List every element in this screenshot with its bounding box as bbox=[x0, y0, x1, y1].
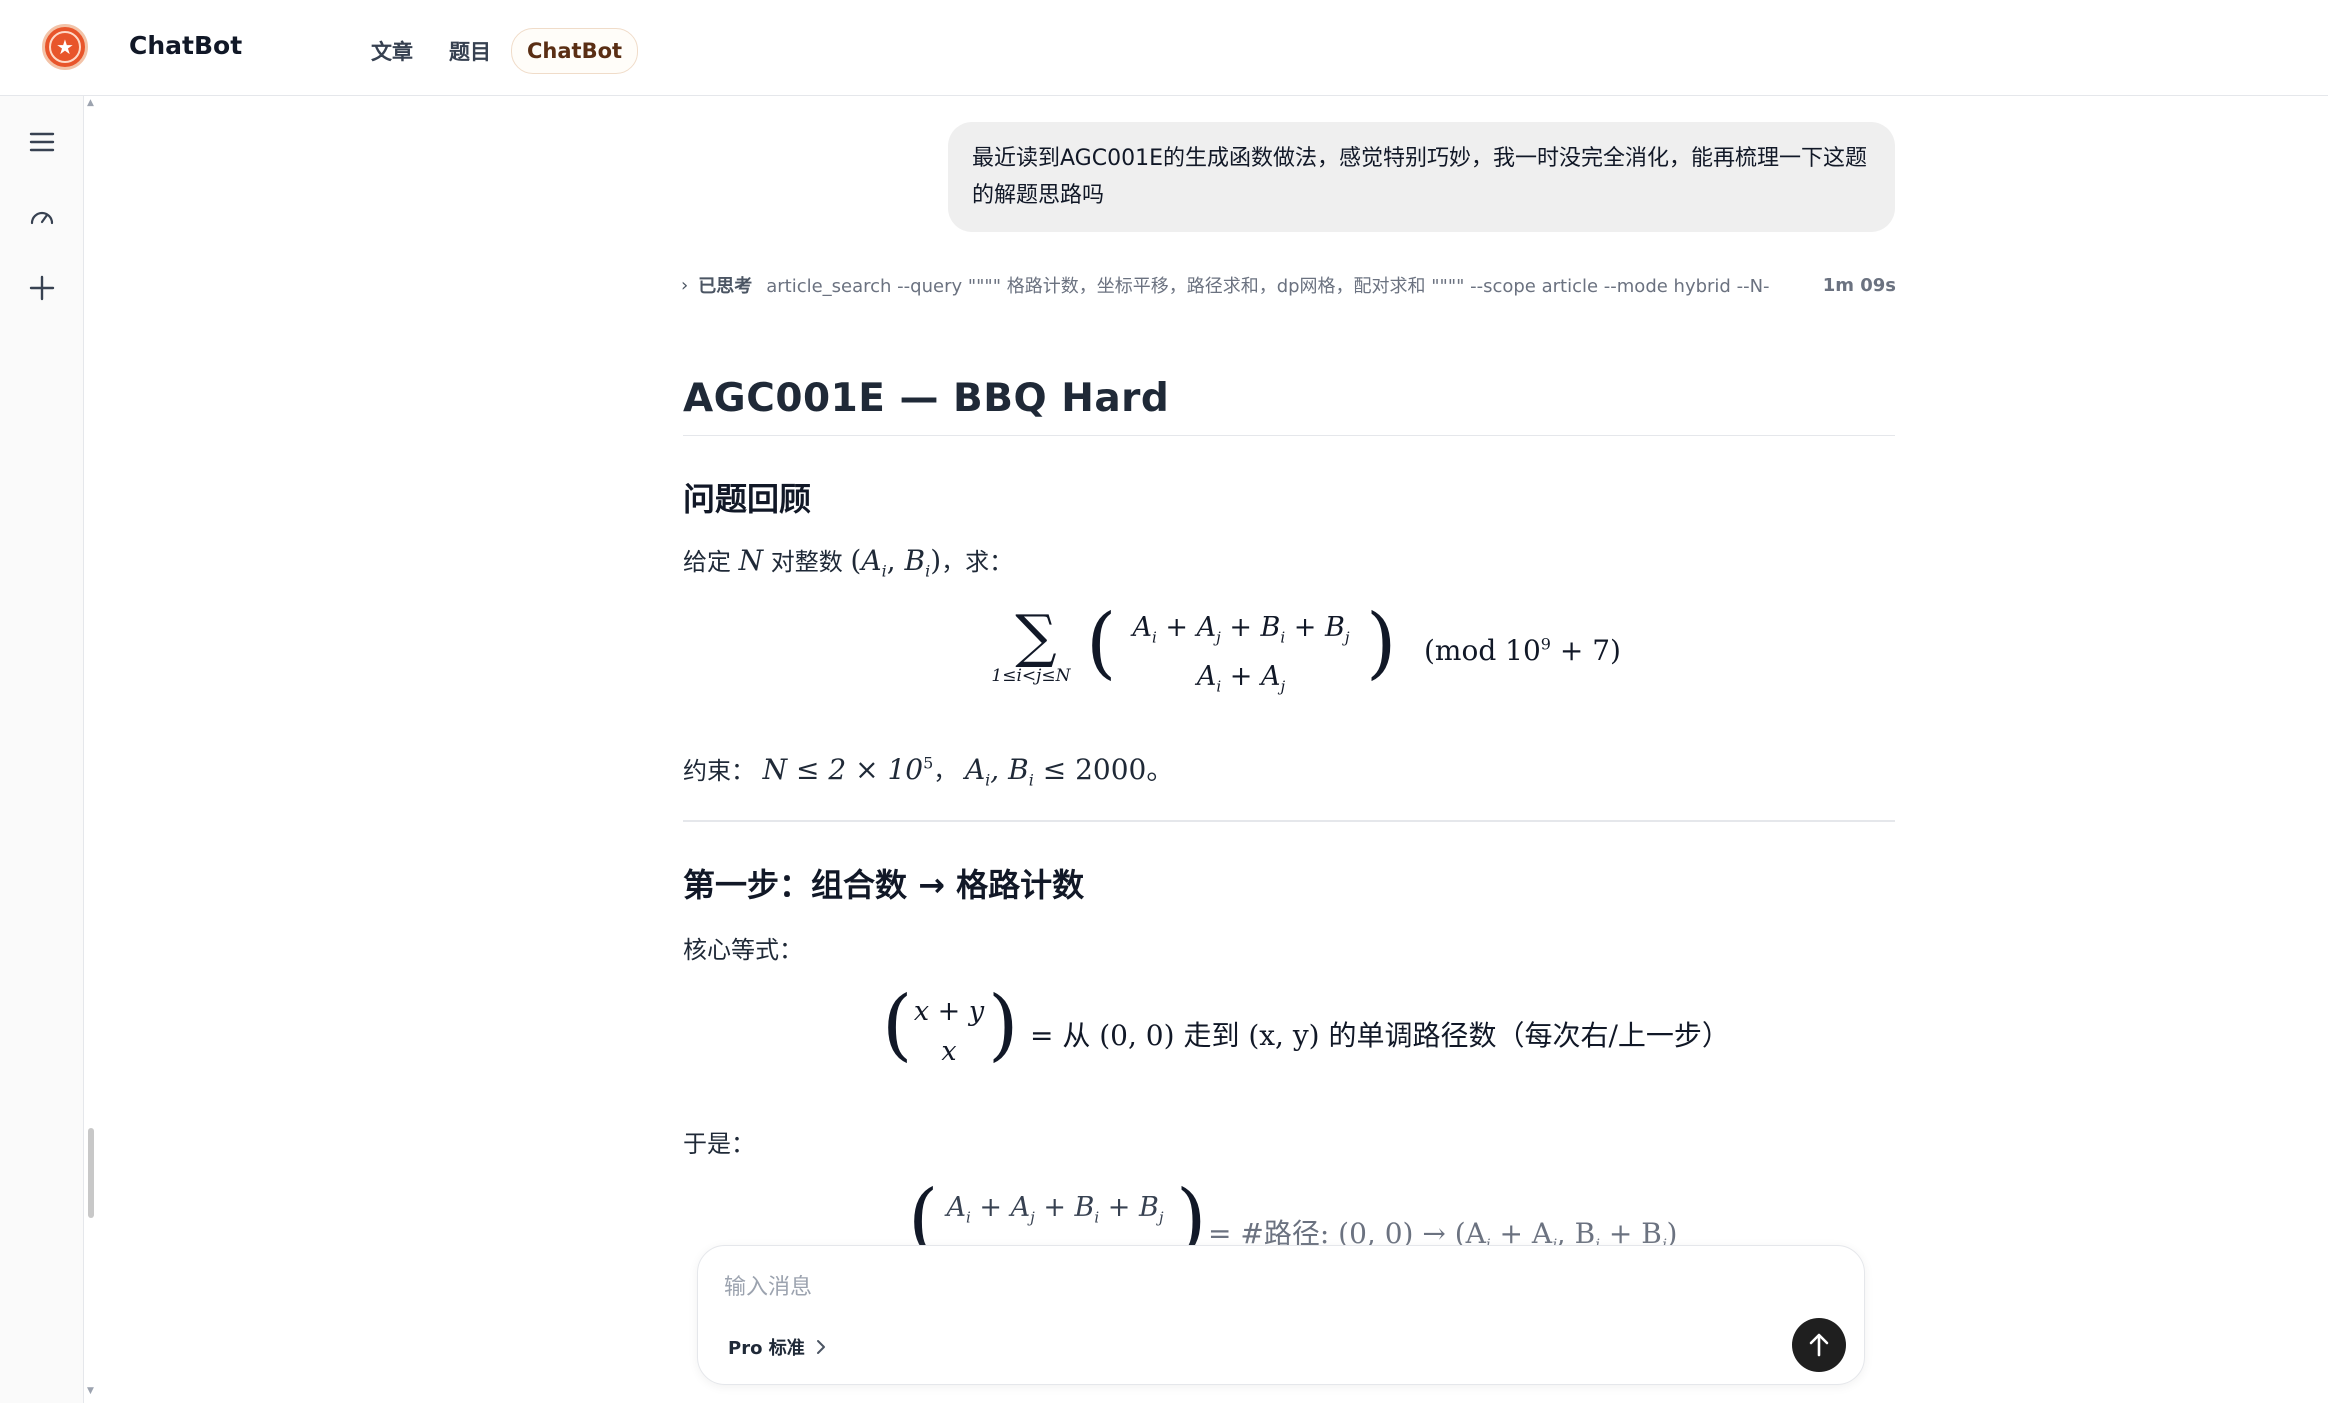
scrollbar-thumb[interactable] bbox=[88, 1128, 94, 1218]
thinking-summary[interactable]: › 已思考 article_search --query """" 格路计数，坐… bbox=[681, 272, 1896, 298]
dashboard-gauge-icon[interactable] bbox=[20, 194, 64, 238]
section-heading-review: 问题回顾 bbox=[683, 480, 812, 518]
logo-icon[interactable]: ★ bbox=[42, 24, 88, 70]
message-composer: Pro 标准 bbox=[697, 1245, 1865, 1385]
core-label: 核心等式： bbox=[683, 936, 803, 964]
nav-chatbot[interactable]: ChatBot bbox=[511, 28, 639, 74]
chevron-right-icon bbox=[816, 1340, 825, 1354]
nav-articles[interactable]: 文章 bbox=[355, 25, 429, 77]
thinking-query: article_search --query """" 格路计数，坐标平移，路径… bbox=[766, 276, 1770, 297]
message-input[interactable] bbox=[724, 1268, 1804, 1306]
constraint-label: 约束： bbox=[683, 757, 755, 785]
top-bar: ★ ChatBot 文章 题目 ChatBot bbox=[0, 0, 2328, 96]
thinking-label: 已思考 bbox=[698, 276, 753, 297]
constraint-exp: 5 bbox=[923, 753, 934, 773]
constraint-line: 约束： N ≤ 2 × 105， Ai, Bi ≤ 2000。 bbox=[683, 753, 1175, 790]
intro-mid: 对整数 bbox=[770, 548, 843, 576]
intro-suffix: ，求： bbox=[941, 548, 1014, 576]
constraint-bound: ≤ 2000。 bbox=[1033, 753, 1175, 786]
new-chat-plus-icon[interactable] bbox=[20, 266, 64, 310]
section-heading-step1: 第一步：组合数 → 格路计数 bbox=[683, 866, 1085, 904]
problem-intro: 给定 N 对整数 (Ai, Bi)，求： bbox=[683, 544, 1014, 581]
brand-name[interactable]: ChatBot bbox=[129, 31, 242, 60]
nav-problems[interactable]: 题目 bbox=[433, 25, 507, 77]
top-nav: 文章 题目 ChatBot bbox=[355, 25, 639, 77]
constraint-a: A bbox=[964, 753, 986, 786]
then-label: 于是： bbox=[683, 1130, 755, 1158]
sidebar bbox=[0, 96, 84, 1403]
arrow-up-icon bbox=[1809, 1333, 1829, 1357]
chevron-right-icon[interactable]: › bbox=[681, 275, 688, 296]
send-button[interactable] bbox=[1792, 1318, 1846, 1372]
constraint-b: , B bbox=[990, 753, 1029, 786]
thinking-duration: 1m 09s bbox=[1822, 274, 1896, 296]
mod-text: (mod 10 bbox=[1424, 634, 1541, 667]
constraint-sep: ， bbox=[933, 757, 958, 785]
chat-area: 最近读到AGC001E的生成函数做法，感觉特别巧妙，我一时没完全消化，能再梳理一… bbox=[98, 96, 2328, 1403]
user-message-bubble: 最近读到AGC001E的生成函数做法，感觉特别巧妙，我一时没完全消化，能再梳理一… bbox=[948, 122, 1895, 232]
model-label: Pro 标准 bbox=[728, 1338, 805, 1359]
scrollbar[interactable]: ▲ ▼ bbox=[84, 96, 98, 1403]
menu-icon[interactable] bbox=[20, 120, 64, 164]
scroll-up-arrow-icon[interactable]: ▲ bbox=[87, 98, 94, 108]
scroll-down-arrow-icon[interactable]: ▼ bbox=[87, 1386, 94, 1396]
section-divider bbox=[683, 820, 1895, 822]
mod-exponent: 9 bbox=[1540, 634, 1551, 654]
path-count-text: = 从 (0, 0) 走到 (x, y) 的单调路径数（每次右/上一步） bbox=[1030, 1019, 1730, 1052]
intro-prefix: 给定 bbox=[683, 548, 731, 576]
answer-title: AGC001E — BBQ Hard bbox=[683, 376, 1895, 436]
mod-tail: + 7) bbox=[1550, 634, 1621, 667]
constraint-n: N ≤ 2 × 10 bbox=[762, 753, 924, 786]
model-selector-button[interactable]: Pro 标准 bbox=[728, 1334, 827, 1360]
